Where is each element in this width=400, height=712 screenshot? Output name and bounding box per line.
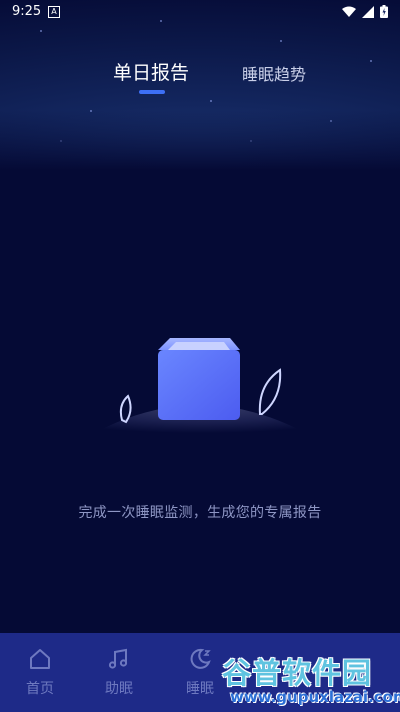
- moon-icon: [190, 648, 211, 669]
- active-tab-indicator: [139, 90, 165, 94]
- watermark-title: 谷普软件园: [222, 656, 373, 690]
- report-tabs: 单日报告 睡眠趋势: [0, 58, 400, 98]
- status-time: 9:25: [12, 4, 42, 19]
- empty-box-illustration: [82, 338, 318, 440]
- status-icons: [342, 5, 388, 18]
- tab-sleep-trend[interactable]: 睡眠趋势: [242, 61, 306, 85]
- nav-item-home[interactable]: 首页: [10, 633, 70, 712]
- nav-label-home: 首页: [26, 681, 54, 697]
- nav-label-sleep-aid: 助眠: [105, 681, 133, 697]
- watermark: 谷普软件园 www.gupuxlazai.com: [218, 648, 400, 712]
- battery-icon: [380, 5, 388, 18]
- wifi-icon: [342, 6, 356, 17]
- signal-icon: [362, 5, 374, 18]
- music-note-icon: [108, 648, 128, 669]
- home-icon: [30, 649, 50, 669]
- watermark-url: www.gupuxlazai.com: [230, 688, 400, 706]
- empty-state-message: 完成一次睡眠监测，生成您的专属报告: [78, 505, 322, 521]
- nav-item-sleep-aid[interactable]: 助眠: [89, 633, 149, 712]
- notification-app-icon: A: [48, 6, 60, 18]
- tab-daily-report[interactable]: 单日报告: [113, 58, 189, 85]
- status-bar: 9:25 A: [0, 0, 400, 24]
